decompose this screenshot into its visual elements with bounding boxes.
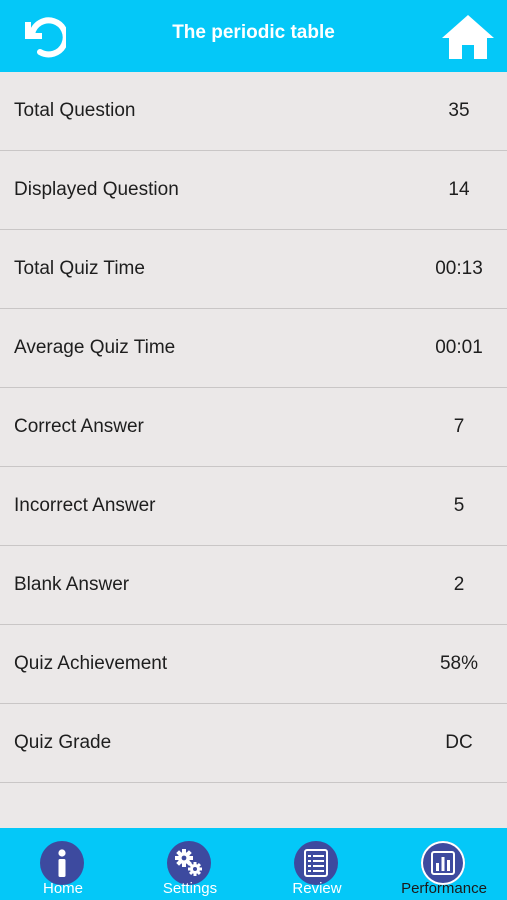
tab-home[interactable]: Home bbox=[0, 828, 126, 900]
tab-label: Review bbox=[292, 880, 342, 897]
tab-settings[interactable]: Settings bbox=[127, 828, 253, 900]
tab-label: Home bbox=[42, 880, 83, 897]
home-icon bbox=[442, 15, 494, 59]
tab-label: Settings bbox=[162, 880, 218, 897]
home-button[interactable] bbox=[440, 12, 496, 62]
bottom-tab-bar: Home Settings Review Performance bbox=[0, 828, 507, 900]
stat-label: Total Quiz Time bbox=[14, 258, 145, 279]
tab-review[interactable]: Review bbox=[254, 828, 380, 900]
page-title: The periodic table bbox=[172, 22, 335, 43]
bar-chart-icon bbox=[421, 841, 465, 885]
stat-value: 58% bbox=[439, 653, 479, 674]
stat-value: 5 bbox=[453, 495, 465, 516]
stat-label: Total Question bbox=[14, 100, 136, 121]
stat-row-displayed-question: Displayed Question 14 bbox=[0, 151, 507, 230]
stat-label: Quiz Achievement bbox=[14, 653, 168, 674]
stat-row-total-quiz-time: Total Quiz Time 00:13 bbox=[0, 230, 507, 309]
stat-label: Average Quiz Time bbox=[14, 337, 176, 358]
stat-value: 14 bbox=[448, 179, 470, 200]
stats-list: Total Question 35 Displayed Question 14 … bbox=[0, 72, 507, 783]
stat-label: Quiz Grade bbox=[14, 732, 112, 753]
stat-value: 00:13 bbox=[435, 258, 483, 279]
stat-value: 7 bbox=[453, 416, 465, 437]
list-icon bbox=[294, 841, 338, 885]
stat-row-average-quiz-time: Average Quiz Time 00:01 bbox=[0, 309, 507, 388]
tab-performance[interactable]: Performance bbox=[381, 828, 507, 900]
stat-value: 35 bbox=[448, 100, 470, 121]
stat-row-blank-answer: Blank Answer 2 bbox=[0, 546, 507, 625]
header-bar: The periodic table bbox=[0, 0, 507, 72]
info-icon bbox=[40, 841, 84, 885]
stat-label: Incorrect Answer bbox=[14, 495, 156, 516]
stat-row-quiz-grade: Quiz Grade DC bbox=[0, 704, 507, 783]
stat-row-incorrect-answer: Incorrect Answer 5 bbox=[0, 467, 507, 546]
stat-row-quiz-achievement: Quiz Achievement 58% bbox=[0, 625, 507, 704]
stat-label: Correct Answer bbox=[14, 416, 144, 437]
stat-value: DC bbox=[445, 732, 473, 753]
stat-label: Displayed Question bbox=[14, 179, 179, 200]
stat-row-correct-answer: Correct Answer 7 bbox=[0, 388, 507, 467]
gears-icon bbox=[167, 841, 211, 885]
stat-value: 00:01 bbox=[435, 337, 483, 358]
tab-label: Performance bbox=[401, 880, 487, 897]
stat-row-total-question: Total Question 35 bbox=[0, 72, 507, 151]
stat-value: 2 bbox=[453, 574, 465, 595]
stat-label: Blank Answer bbox=[14, 574, 130, 595]
